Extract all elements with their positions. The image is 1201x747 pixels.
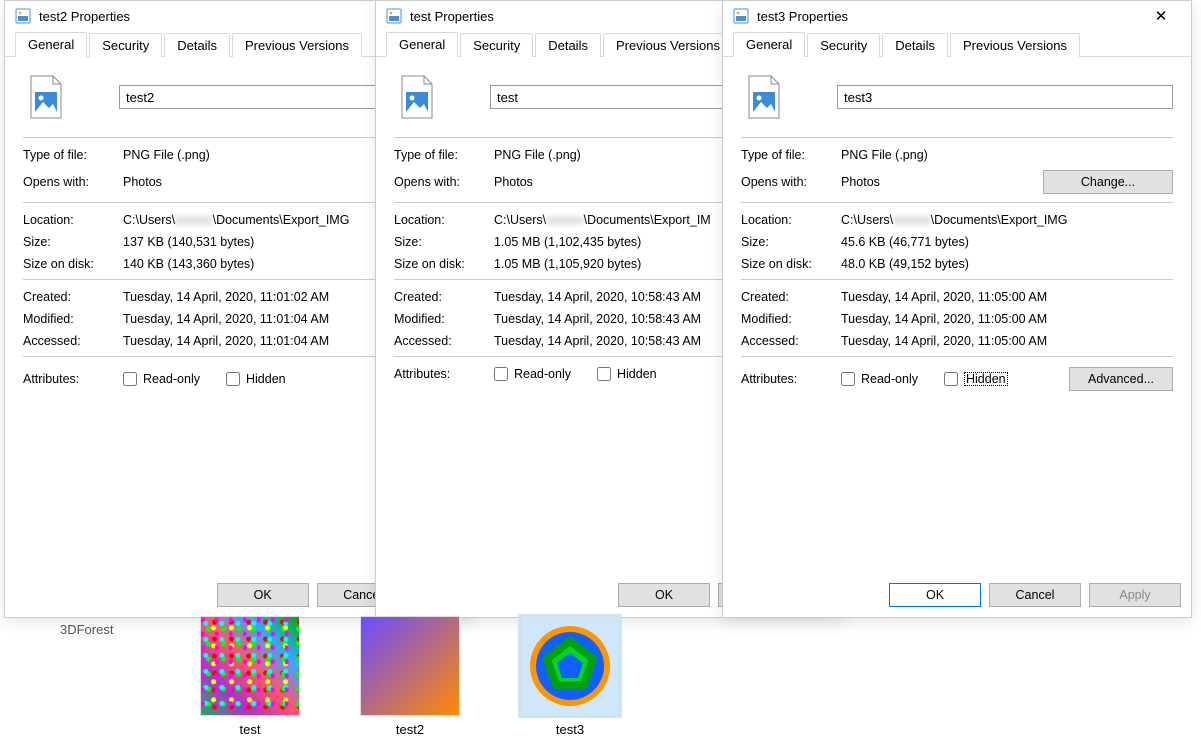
explorer-item-label[interactable]: 3DForest (60, 622, 113, 637)
tab-previous-versions[interactable]: Previous Versions (603, 33, 733, 57)
window-title: test3 Properties (757, 9, 1141, 24)
label-attributes: Attributes: (394, 367, 494, 381)
label-size-on-disk: Size on disk: (23, 257, 123, 271)
label-opens-with: Opens with: (394, 175, 494, 189)
close-button[interactable]: ✕ (1141, 7, 1181, 25)
thumbnail-image (360, 616, 460, 716)
explorer-thumbnails: test test2 test3 (190, 616, 630, 737)
label-type-of-file: Type of file: (23, 148, 123, 162)
ok-button[interactable]: OK (618, 583, 710, 607)
readonly-label: Read-only (861, 372, 918, 386)
label-size: Size: (394, 235, 494, 249)
tab-general[interactable]: General (733, 32, 805, 57)
ok-button[interactable]: OK (217, 583, 309, 607)
label-attributes: Attributes: (23, 372, 123, 386)
value-opens-with: Photos (123, 175, 401, 189)
thumbnail-test3[interactable]: test3 (510, 616, 630, 737)
tab-previous-versions[interactable]: Previous Versions (950, 33, 1080, 57)
readonly-checkbox[interactable]: Read-only (841, 372, 918, 386)
readonly-label: Read-only (514, 367, 571, 381)
titlebar[interactable]: test3 Properties ✕ (723, 1, 1191, 31)
label-created: Created: (23, 290, 123, 304)
hidden-checkbox[interactable]: Hidden (226, 372, 286, 386)
hidden-checkbox[interactable]: Hidden (597, 367, 657, 381)
dialog-footer: OK Cancel Apply (723, 579, 1191, 617)
thumbnail-label: test2 (396, 722, 424, 737)
value-created: Tuesday, 14 April, 2020, 11:05:00 AM (841, 290, 1173, 304)
value-size-on-disk: 48.0 KB (49,152 bytes) (841, 257, 1173, 271)
dialog-content: Type of file:PNG File (.png) Opens with:… (723, 57, 1191, 579)
label-attributes: Attributes: (741, 372, 841, 386)
readonly-checkbox[interactable]: Read-only (123, 372, 200, 386)
value-location: C:\Users\xxxxxx\Documents\Export_IMG (841, 213, 1173, 227)
label-location: Location: (23, 213, 123, 227)
label-opens-with: Opens with: (741, 175, 841, 189)
label-modified: Modified: (741, 312, 841, 326)
tab-details[interactable]: Details (164, 33, 230, 57)
readonly-checkbox[interactable]: Read-only (494, 367, 571, 381)
label-modified: Modified: (23, 312, 123, 326)
change-button[interactable]: Change... (1043, 170, 1173, 194)
label-location: Location: (741, 213, 841, 227)
advanced-button[interactable]: Advanced... (1069, 367, 1173, 391)
label-size-on-disk: Size on disk: (394, 257, 494, 271)
label-size: Size: (741, 235, 841, 249)
label-type-of-file: Type of file: (394, 148, 494, 162)
apply-button[interactable]: Apply (1089, 583, 1181, 607)
separator (741, 279, 1173, 280)
value-type-of-file: PNG File (.png) (841, 148, 1173, 162)
label-size-on-disk: Size on disk: (741, 257, 841, 271)
file-type-icon (745, 75, 783, 119)
tab-details[interactable]: Details (535, 33, 601, 57)
hidden-label: Hidden (964, 372, 1008, 386)
separator (741, 202, 1173, 203)
tabs: General Security Details Previous Versio… (723, 31, 1191, 57)
label-size: Size: (23, 235, 123, 249)
label-created: Created: (394, 290, 494, 304)
label-opens-with: Opens with: (23, 175, 123, 189)
value-modified: Tuesday, 14 April, 2020, 11:05:00 AM (841, 312, 1173, 326)
tab-previous-versions[interactable]: Previous Versions (232, 33, 362, 57)
tab-security[interactable]: Security (807, 33, 880, 57)
value-opens-with: Photos (841, 175, 1043, 189)
readonly-label: Read-only (143, 372, 200, 386)
label-type-of-file: Type of file: (741, 148, 841, 162)
hidden-label: Hidden (246, 372, 286, 386)
file-type-icon (27, 75, 65, 119)
tab-general[interactable]: General (386, 32, 458, 57)
separator (741, 137, 1173, 138)
separator (741, 356, 1173, 357)
value-size: 45.6 KB (46,771 bytes) (841, 235, 1173, 249)
hidden-checkbox[interactable]: Hidden (944, 372, 1008, 386)
label-modified: Modified: (394, 312, 494, 326)
cancel-button[interactable]: Cancel (989, 583, 1081, 607)
label-location: Location: (394, 213, 494, 227)
thumbnail-test[interactable]: test (190, 616, 310, 737)
label-created: Created: (741, 290, 841, 304)
thumbnail-test2[interactable]: test2 (350, 616, 470, 737)
tab-details[interactable]: Details (882, 33, 948, 57)
tab-security[interactable]: Security (460, 33, 533, 57)
window-icon (733, 8, 749, 24)
file-type-icon (398, 75, 436, 119)
label-accessed: Accessed: (394, 334, 494, 348)
tab-general[interactable]: General (15, 32, 87, 57)
thumbnail-label: test (240, 722, 261, 737)
hidden-label: Hidden (617, 367, 657, 381)
label-accessed: Accessed: (741, 334, 841, 348)
thumbnail-image (520, 616, 620, 716)
thumbnail-image (200, 616, 300, 716)
tab-security[interactable]: Security (89, 33, 162, 57)
thumbnail-label: test3 (556, 722, 584, 737)
filename-input[interactable] (837, 85, 1173, 109)
ok-button[interactable]: OK (889, 583, 981, 607)
window-icon (386, 8, 402, 24)
properties-dialog-test3: test3 Properties ✕ General Security Deta… (722, 0, 1192, 618)
window-icon (15, 8, 31, 24)
value-accessed: Tuesday, 14 April, 2020, 11:05:00 AM (841, 334, 1173, 348)
label-accessed: Accessed: (23, 334, 123, 348)
